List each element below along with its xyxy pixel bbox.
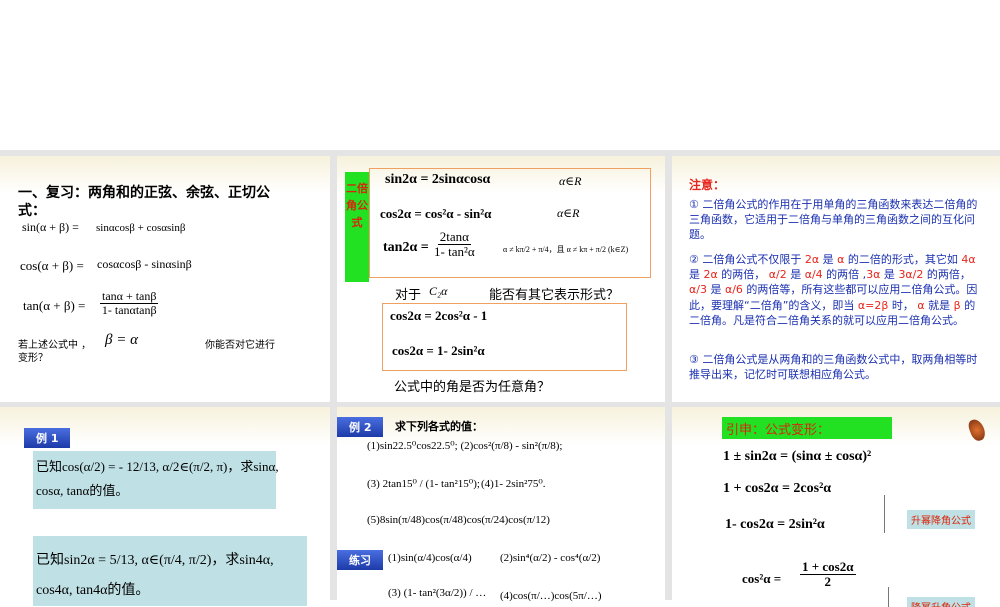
denominator: 1- tanαtanβ (101, 302, 157, 317)
question-2: 公式中的角是否为任意角？ (394, 380, 551, 395)
note-text: 是 (880, 268, 899, 282)
practice-4: (4)cos(π/…)cos(5π/…) (500, 590, 602, 602)
slide-title: 一、复习：两角和的正弦、余弦、正切公式： (18, 185, 270, 219)
bracket-1 (884, 495, 885, 533)
note-text: 是 (786, 268, 805, 282)
formula-cos2a-v3: cos2α = 1- 2sin²α (392, 343, 485, 358)
note-text: 的二倍的形式，其它如 (844, 253, 962, 266)
example-2-line-2: cos4α, tan4α的值。 (36, 583, 150, 598)
slide-thumbnail-6[interactable]: 引申：公式变形： 1 ± sin2α = (sinα ± cosα)² 1 + … (672, 407, 1000, 607)
identity-4-fraction: 1 + cos2α 2 (800, 560, 856, 588)
example-2-tag: 例 2 (337, 417, 384, 437)
numerator: 1 + cos2α (800, 559, 856, 575)
slide-sorter-grid: 一、复习：两角和的正弦、余弦、正切公式： sin(α + β) = sinαco… (0, 150, 1000, 607)
problem-5: (5)8sin(π/48)cos(π/48)cos(π/24)cos(π/12) (367, 514, 550, 526)
highlight-term: α/4 (804, 268, 823, 282)
numerator: 2tanα (437, 229, 471, 245)
slide-thumbnail-2[interactable]: 二倍角公式 sin2α = 2sinαcosα α∈R cos2α = cos²… (337, 156, 665, 402)
practice-3: (3) (1- tan²(3α/2)) / … (388, 587, 487, 599)
practice-tag: 练习 (337, 550, 383, 570)
problem-line-1: (1)sin22.5⁰cos22.5⁰; (2)cos²(π/8) - sin²… (367, 440, 563, 452)
slide-thumbnail-5[interactable]: 例 2 求下列各式的值： (1)sin22.5⁰cos22.5⁰; (2)cos… (337, 407, 665, 607)
denominator: 2 (824, 573, 832, 589)
highlight-term: α/3 (689, 283, 707, 297)
extension-title: 引申：公式变形： (722, 417, 892, 439)
note-heading: 注意： (689, 178, 726, 192)
highlight-term: 2α (804, 253, 820, 266)
label-lower-power: 降幂升角公式 (907, 597, 975, 607)
question-1a: 对于 (395, 288, 422, 303)
example-2-line-1: 已知sin2α = 5/13, α∈(π/4, π/2)，求sin4α, (36, 553, 274, 568)
note-2: ② 二倍角公式不仅限于 2α 是 α 的二倍的形式，其它如 4α 是 2α 的两… (689, 252, 984, 328)
formula-cos2a-cond: α∈R (557, 206, 580, 220)
formula-cos2a-v2: cos2α = 2cos²α - 1 (390, 308, 488, 323)
note-text: 的两倍， (717, 268, 769, 282)
side-label-double-angle: 二倍角公式 (345, 172, 369, 282)
note-text: 就是 (924, 298, 954, 312)
practice-2: (2)sin⁴(α/2) - cos⁴(α/2) (500, 552, 601, 564)
note-text: 时， (888, 298, 918, 312)
practice-1: (1)sin(α/4)cos(α/4) (388, 552, 472, 564)
note-text: 的两倍， (923, 268, 971, 282)
highlight-term: α=2β (857, 298, 889, 312)
example-2-box: 已知sin2α = 5/13, α∈(π/4, π/2)，求sin4α, cos… (33, 536, 307, 606)
formula-sin2a: sin2α = 2sinαcosα (385, 172, 491, 187)
formula-tan2a-cond: α ≠ kπ/2 + π/4，且 α ≠ kπ + π/2 (k∈Z) (503, 245, 629, 254)
note-text: 是 (819, 253, 838, 266)
problem-3: (3) 2tan15⁰ / (1- tan²15⁰); (367, 478, 480, 490)
example-1-line-1: 已知cos(α/2) = - 12/13, α/2∈(π/2, π)，求sinα… (36, 459, 279, 474)
tan-sum-fraction: tanα + tanβ 1- tanαtanβ (100, 289, 159, 317)
note-text: 是 (706, 283, 725, 297)
highlight-term: α/2 (768, 268, 787, 282)
identity-1: 1 ± sin2α = (sinα ± cosα)² (723, 449, 872, 464)
highlight-term: α (917, 298, 925, 312)
note-1: ① 二倍角公式的作用在于用单角的三角函数来表达二倍角的三角函数，它适用于二倍角与… (689, 198, 978, 241)
identity-4-lhs: cos²α = (742, 571, 782, 586)
bracket-2 (888, 587, 889, 607)
formula-tan2a-fraction: 2tanα 1- tan²α (434, 230, 475, 258)
slide-thumbnail-3[interactable]: 注意： ① 二倍角公式的作用在于用单角的三角函数来表达二倍角的三角函数，它适用于… (672, 156, 1000, 402)
example-2-title: 求下列各式的值： (395, 420, 483, 433)
slide-thumbnail-1[interactable]: 一、复习：两角和的正弦、余弦、正切公式： sin(α + β) = sinαco… (0, 156, 330, 402)
note-text: ② 二倍角公式不仅限于 (689, 253, 805, 266)
question-text-c: 变形？ (18, 353, 48, 364)
example-1-tag: 例 1 (24, 428, 71, 448)
formula-sin2a-cond: α∈R (559, 174, 582, 188)
sin-sum-lhs: sin(α + β) = (22, 220, 79, 234)
numerator: tanα + tanβ (100, 289, 159, 304)
sin-sum-rhs: sinαcosβ + cosαsinβ (96, 222, 186, 234)
highlight-term: 4α (961, 253, 976, 266)
cos-sum-lhs: cos(α + β) = (20, 258, 84, 273)
identity-3: 1- cos2α = 2sin²α (725, 517, 825, 532)
formula-tan2a-lhs: tan2α = (383, 240, 429, 255)
slide-thumbnail-4[interactable]: 例 1 已知cos(α/2) = - 12/13, α/2∈(π/2, π)，求… (0, 407, 330, 607)
tan-sum-lhs: tan(α + β) = (23, 298, 86, 313)
c2a-symbol: C₂α (429, 284, 448, 298)
label-raise-power: 升幂降角公式 (907, 510, 975, 529)
question-text-b: 你能否对它进行 (205, 340, 275, 351)
example-1-box: 已知cos(α/2) = - 12/13, α/2∈(π/2, π)，求sinα… (33, 451, 279, 509)
example-1-line-2: cosα, tanα的值。 (36, 483, 129, 498)
question-1b: 能否有其它表示形式？ (489, 288, 620, 303)
question-equation: β = α (105, 332, 138, 348)
identity-2: 1 + cos2α = 2cos²α (723, 481, 832, 496)
cos-sum-rhs: cosαcosβ - sinαsinβ (97, 257, 192, 271)
formula-cos2a: cos2α = cos²α - sin²α (380, 206, 492, 221)
note-3: ③ 二倍角公式是从两角和的三角函数公式中，取两角相等时推导出来，记忆时可联想相应… (689, 353, 978, 381)
highlight-term: 3α (866, 268, 881, 282)
problem-4: (4)1- 2sin²75⁰. (481, 478, 546, 490)
highlight-term: β (953, 298, 961, 312)
denominator: 1- tan²α (434, 243, 475, 259)
note-text: 是 (689, 268, 704, 282)
note-text: 的两倍 , (822, 268, 867, 282)
highlight-term: 2α (703, 268, 718, 282)
highlight-term: α/6 (724, 283, 743, 297)
highlight-term: 3α/2 (898, 268, 924, 282)
